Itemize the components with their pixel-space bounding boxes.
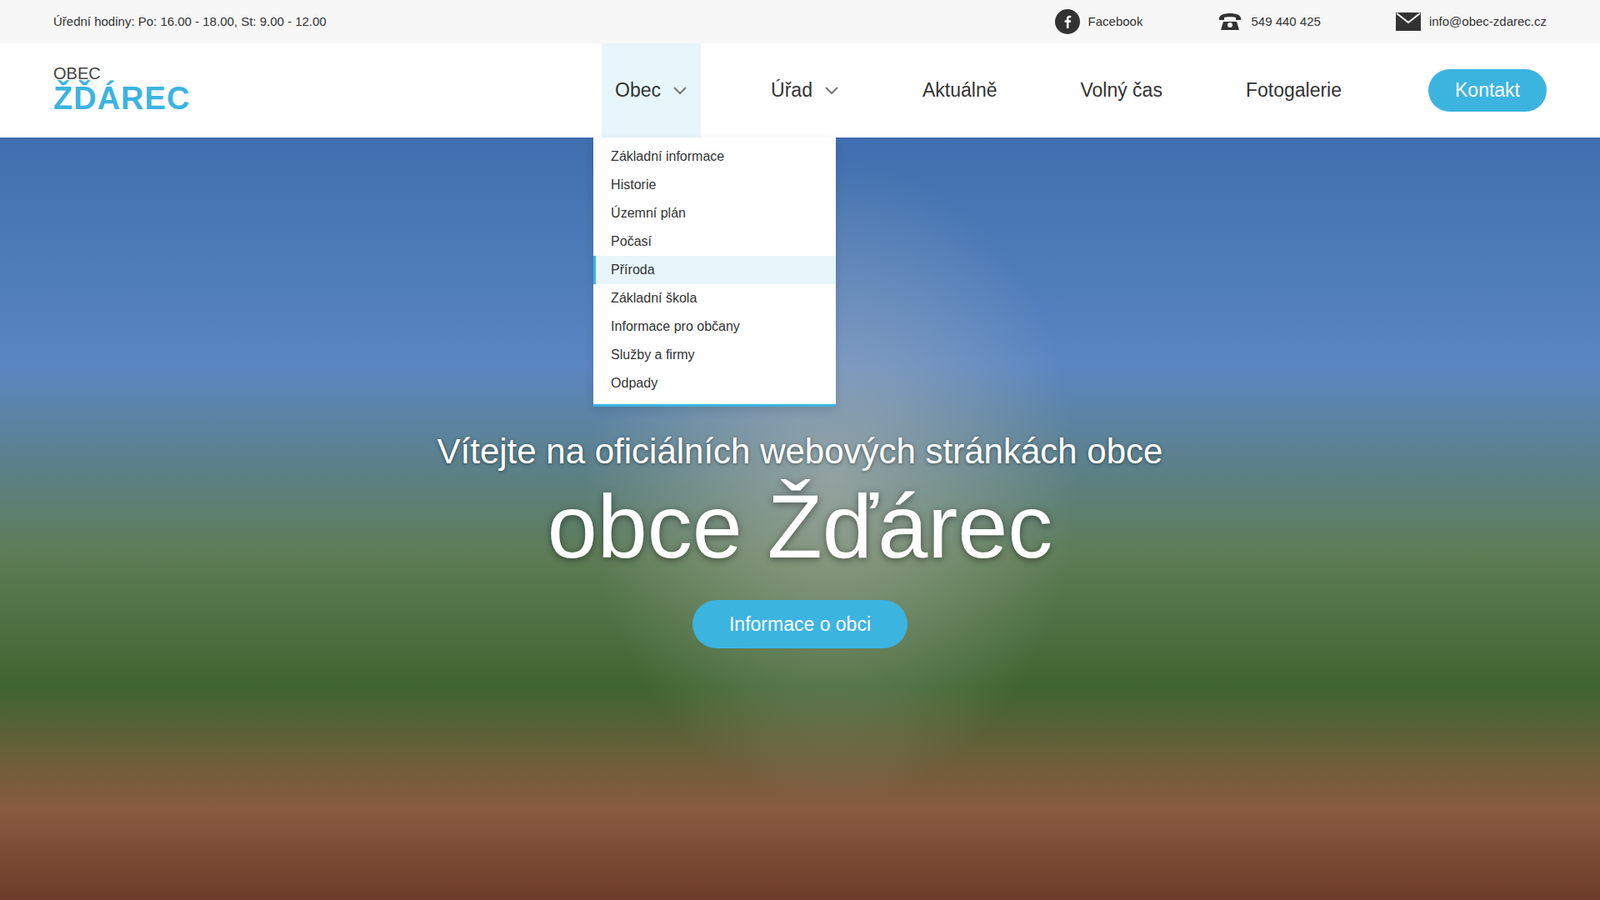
- phone-link[interactable]: 549 440 425: [1217, 11, 1320, 32]
- chevron-down-icon[interactable]: [824, 85, 840, 95]
- info-button[interactable]: Informace o obci: [692, 600, 908, 650]
- nav-item[interactable]: Volný čas: [1066, 43, 1175, 138]
- nav-label[interactable]: Fotogalerie: [1245, 75, 1342, 105]
- chevron-down-icon[interactable]: [672, 85, 688, 95]
- nav-item[interactable]: Úřad: [757, 43, 853, 138]
- dropdown-item[interactable]: Základní škola: [593, 284, 836, 313]
- dropdown-item[interactable]: Příroda: [593, 255, 836, 285]
- contact-button[interactable]: Kontakt: [1428, 69, 1547, 112]
- nav-label[interactable]: Volný čas: [1080, 75, 1162, 105]
- main-menu: ObecZákladní informaceHistorieÚzemní plá…: [573, 43, 1384, 138]
- main-navbar: OBEC ŽĎÁREC ObecZákladní informaceHistor…: [0, 43, 1600, 138]
- facebook-icon: [1055, 9, 1080, 35]
- hero-title: obce Žďárec: [0, 477, 1600, 577]
- phone-number[interactable]: 549 440 425: [1250, 12, 1320, 32]
- nav-label[interactable]: Obec: [615, 75, 661, 105]
- hero-subtitle: Vítejte na oficiálních webových stránkác…: [0, 425, 1600, 478]
- dropdown-item[interactable]: Územní plán: [593, 199, 836, 228]
- office-hours: Úřední hodiny: Po: 16.00 - 18.00, St: 9.…: [53, 12, 327, 32]
- email-link[interactable]: info@obec-zdarec.cz: [1395, 12, 1547, 32]
- nav-item[interactable]: Aktuálně: [909, 43, 1011, 138]
- envelope-icon: [1395, 12, 1421, 31]
- dropdown-item[interactable]: Odpady: [593, 369, 836, 398]
- dropdown-item[interactable]: Služby a firmy: [593, 340, 836, 370]
- facebook-link[interactable]: Facebook: [1055, 9, 1144, 35]
- dropdown-menu: Základní informaceHistorieÚzemní plánPoč…: [593, 137, 836, 407]
- dropdown-item[interactable]: Základní informace: [593, 142, 836, 171]
- logo-big[interactable]: ŽĎÁREC: [53, 81, 190, 117]
- site-logo[interactable]: OBEC ŽĎÁREC: [53, 65, 190, 117]
- top-bar: Úřední hodiny: Po: 16.00 - 18.00, St: 9.…: [0, 0, 1600, 44]
- nav-label[interactable]: Úřad: [770, 75, 813, 105]
- dropdown-item[interactable]: Historie: [593, 170, 836, 200]
- facebook-label[interactable]: Facebook: [1088, 12, 1144, 32]
- dropdown-item[interactable]: Počasí: [593, 227, 836, 256]
- dropdown-item[interactable]: Informace pro občany: [593, 312, 836, 341]
- email-address[interactable]: info@obec-zdarec.cz: [1429, 12, 1547, 32]
- nav-item[interactable]: Fotogalerie: [1232, 43, 1355, 138]
- nav-item[interactable]: ObecZákladní informaceHistorieÚzemní plá…: [601, 43, 701, 138]
- logo-small[interactable]: OBEC: [53, 65, 190, 82]
- nav-label[interactable]: Aktuálně: [922, 75, 998, 105]
- phone-icon: [1217, 11, 1243, 32]
